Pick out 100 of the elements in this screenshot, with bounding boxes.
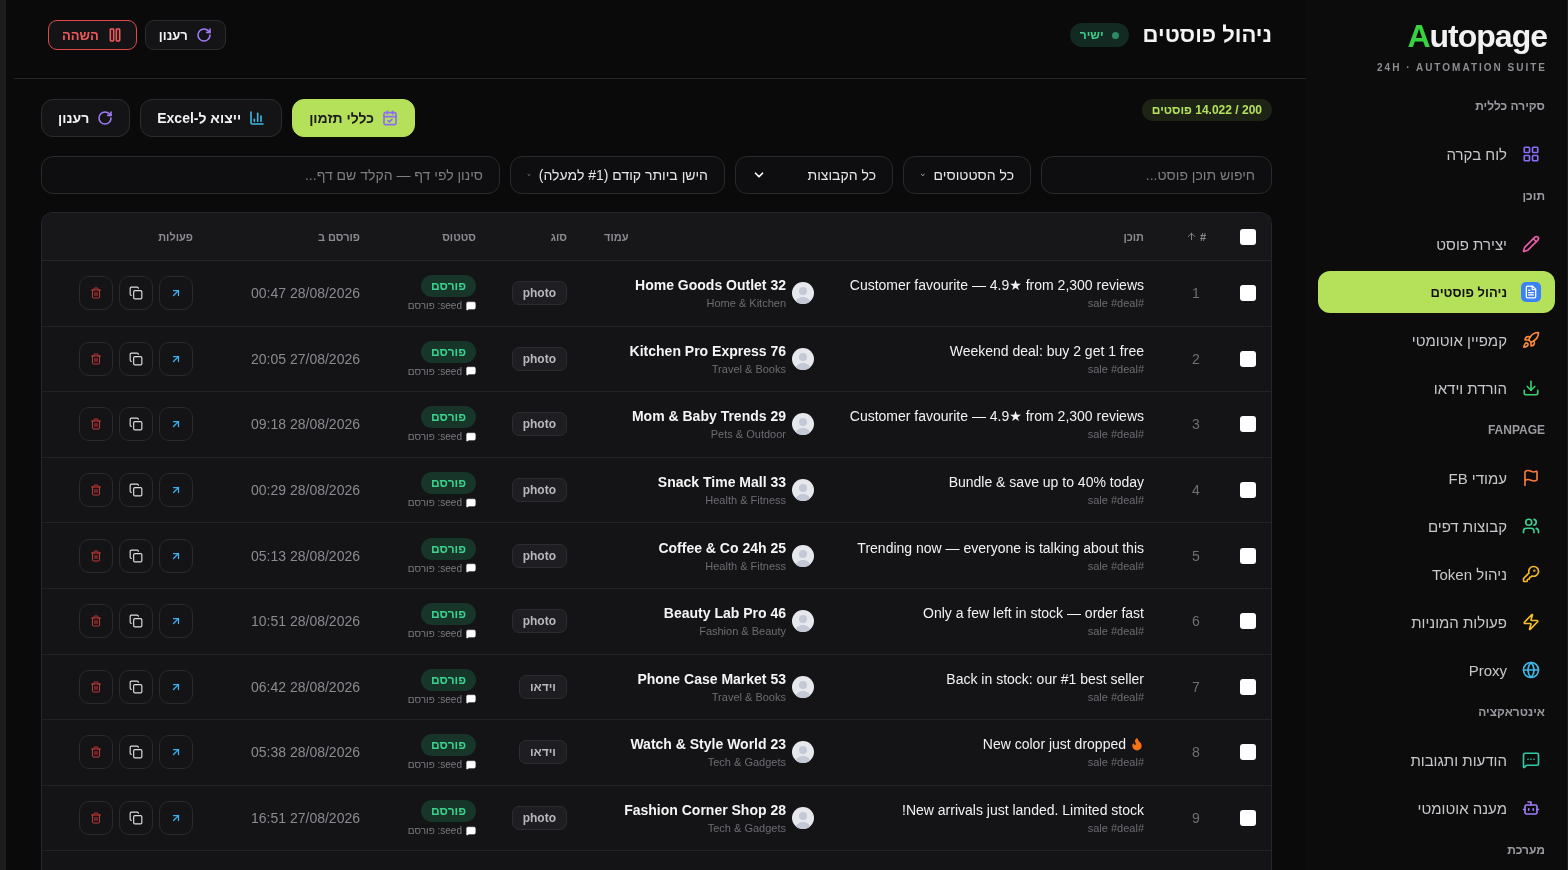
search-field[interactable]: סינון לפי דף — הקלד שם דף...: [41, 156, 500, 194]
row-checkbox[interactable]: [1239, 482, 1256, 499]
copy-icon: [129, 811, 143, 826]
column-header[interactable]: עמוד: [592, 230, 826, 243]
status-badge: פורסם: [421, 406, 476, 429]
sidebar-item[interactable]: לוח בקרה: [1318, 133, 1555, 175]
copy-button[interactable]: [119, 669, 153, 704]
type-tag: photo: [511, 412, 567, 437]
avatar-icon: [792, 675, 814, 698]
page-name: Mom & Baby Trends 29: [631, 408, 786, 425]
copy-button[interactable]: [119, 604, 153, 639]
sidebar-item[interactable]: פעולות המוניות: [1318, 601, 1555, 643]
trash-icon: [90, 484, 102, 497]
row-checkbox[interactable]: [1239, 613, 1256, 630]
column-header[interactable]: פעולות: [42, 230, 216, 243]
sidebar-item[interactable]: הודעות ותגובות: [1318, 739, 1555, 781]
copy-button[interactable]: [119, 407, 153, 442]
page-category: Home & Kitchen: [706, 297, 786, 310]
row-checkbox[interactable]: [1239, 810, 1256, 827]
filter-select[interactable]: הישן ביותר קודם (#1 למעלה): [510, 156, 725, 194]
export-button[interactable]: ייצוא ל-Excel: [140, 99, 283, 137]
comment-icon: [466, 825, 476, 836]
column-header[interactable]: סטטוס: [376, 230, 496, 243]
select-all-checkbox[interactable]: [1239, 228, 1256, 245]
copy-button[interactable]: [119, 538, 153, 573]
copy-icon: [129, 614, 143, 629]
page-name: Phone Case Market 53: [637, 670, 786, 687]
copy-button[interactable]: [119, 341, 153, 376]
avatar-icon: [792, 282, 814, 305]
download-icon: [1521, 378, 1541, 398]
copy-button[interactable]: [119, 276, 153, 311]
column-header[interactable]: סוג: [496, 230, 592, 243]
filter-select[interactable]: כל הקבוצות: [735, 156, 893, 194]
trash-icon: [90, 418, 102, 431]
column-header[interactable]: #: [1170, 230, 1222, 243]
row-checkbox[interactable]: [1239, 678, 1256, 695]
copy-icon: [129, 483, 143, 498]
type-tag: photo: [511, 281, 567, 306]
page-category: Travel & Books: [711, 362, 786, 375]
published-date: 28/08/2026 00:47: [250, 285, 361, 302]
copy-button[interactable]: [119, 801, 153, 836]
sidebar-item[interactable]: ניהול Token: [1318, 553, 1555, 595]
sort-icon: [1185, 231, 1197, 242]
row-checkbox[interactable]: [1239, 285, 1256, 302]
schedule-button[interactable]: כללי תזמון: [292, 99, 416, 137]
row-checkbox[interactable]: [1239, 744, 1256, 761]
avatar-icon: [792, 610, 814, 633]
section-title: תוכן: [1521, 189, 1546, 203]
sidebar-item[interactable]: קבוצות דפים: [1318, 505, 1555, 547]
message-icon: [1521, 750, 1541, 770]
post-tags: #sale #deal: [1087, 756, 1144, 769]
copy-button[interactable]: [119, 473, 153, 508]
post-content: Back in stock: our #1 best seller: [946, 670, 1144, 687]
row-checkbox[interactable]: [1239, 350, 1256, 367]
logo: Autopage: [1407, 18, 1547, 54]
avatar-icon: [792, 479, 814, 502]
sidebar-item[interactable]: מענה אוטומטי: [1318, 787, 1555, 829]
sidebar-item[interactable]: ניהול פוסטים: [1318, 271, 1555, 313]
status-note: seed: פורסם: [407, 759, 476, 771]
filter-select[interactable]: כל הסטטוסים: [903, 156, 1031, 194]
trash-icon: [90, 615, 102, 628]
page-title: ניהול פוסטים: [1142, 22, 1272, 48]
row-number: 1: [1191, 285, 1201, 302]
column-header[interactable]: תוכן: [826, 230, 1170, 243]
live-badge: ישיר: [1069, 23, 1129, 47]
avatar-icon: [792, 413, 814, 436]
section-title: אינטראקציה: [1477, 705, 1546, 719]
refresh-icon: [195, 27, 212, 43]
status-badge: פורסם: [421, 340, 476, 363]
status-note: seed: פורסם: [407, 628, 476, 640]
sidebar-item[interactable]: יצירת פוסט: [1318, 223, 1555, 265]
published-date: 28/08/2026 10:51: [250, 613, 361, 630]
section-title: FANPAGE: [1486, 423, 1546, 437]
sidebar-item[interactable]: עמודי FB: [1318, 457, 1555, 499]
type-tag: וידאו: [518, 674, 567, 699]
page-category: Pets & Outdoor: [710, 428, 786, 441]
flag-icon: [1521, 468, 1541, 488]
page-category: Fashion & Beauty: [699, 625, 786, 638]
calendar-icon: [382, 110, 399, 126]
status-note: seed: פורסם: [407, 365, 476, 377]
search-field[interactable]: חיפוש תוכן פוסט...: [1041, 156, 1272, 194]
page-category: Tech & Gadgets: [707, 756, 786, 769]
sidebar-item[interactable]: Proxy: [1318, 649, 1555, 691]
type-tag: photo: [511, 609, 567, 634]
comment-icon: [466, 628, 476, 639]
copy-icon: [129, 417, 143, 432]
pause-button[interactable]: השהה: [48, 20, 137, 50]
post-content: Trending now — everyone is talking about this: [857, 539, 1144, 556]
column-header[interactable]: פורסם ב: [216, 230, 376, 243]
status-note: seed: פורסם: [407, 693, 476, 705]
copy-button[interactable]: [119, 735, 153, 770]
refresh-button[interactable]: רענון: [144, 20, 226, 50]
row-checkbox[interactable]: [1239, 547, 1256, 564]
status-badge: פורסם: [421, 800, 476, 823]
status-note: seed: פורסם: [407, 825, 476, 837]
row-checkbox[interactable]: [1239, 416, 1256, 433]
sidebar-item[interactable]: קמפיין אוטומטי: [1318, 319, 1555, 361]
trash-icon: [90, 352, 102, 365]
refresh-button[interactable]: רענון: [41, 99, 131, 137]
sidebar-item[interactable]: הורדת וידאו: [1318, 367, 1555, 409]
